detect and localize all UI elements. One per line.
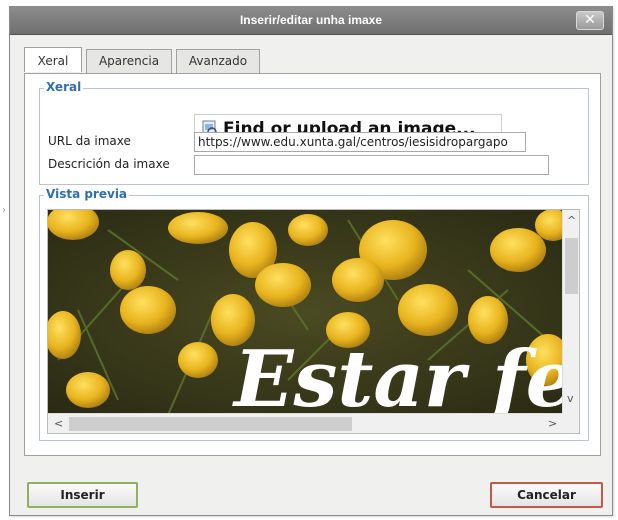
preview-legend: Vista previa xyxy=(44,187,130,201)
tab-avanzado[interactable]: Avanzado xyxy=(176,49,260,73)
general-fieldset: Xeral Find or upload an image... URL da … xyxy=(39,80,589,185)
preview-image-text: Estar fe xyxy=(232,334,564,415)
url-field[interactable]: https://www.edu.xunta.gal/centros/iesisi… xyxy=(194,132,526,152)
tab-aparencia[interactable]: Aparencia xyxy=(86,49,172,73)
tab-panel-general: Xeral Find or upload an image... URL da … xyxy=(24,73,601,456)
general-legend: Xeral xyxy=(44,80,84,94)
preview-image: Estar fe xyxy=(48,210,564,415)
dialog-title: Inserir/editar unha imaxe xyxy=(239,13,383,27)
image-dialog: Inserir/editar unha imaxe ✕ Xeral Aparen… xyxy=(9,6,613,516)
description-label: Descrición da imaxe xyxy=(48,157,170,171)
insert-button[interactable]: Inserir xyxy=(27,482,138,508)
close-button[interactable]: ✕ xyxy=(576,11,604,30)
scroll-down-icon[interactable]: v xyxy=(567,392,574,405)
preview-frame: Estar fe ^ v < > xyxy=(47,209,580,434)
scroll-left-icon[interactable]: < xyxy=(54,417,63,430)
dialog-titlebar[interactable]: Inserir/editar unha imaxe ✕ xyxy=(10,7,612,35)
gorse-flowers-photo: Estar fe xyxy=(48,210,564,415)
vertical-scroll-thumb[interactable] xyxy=(565,238,578,294)
preview-fieldset: Vista previa Estar fe ^ v < > xyxy=(39,187,589,441)
horizontal-scroll-thumb[interactable] xyxy=(69,417,352,431)
vertical-scrollbar[interactable]: ^ v xyxy=(562,210,579,415)
cancel-button[interactable]: Cancelar xyxy=(490,482,603,508)
scroll-up-icon[interactable]: ^ xyxy=(567,214,576,227)
description-field[interactable] xyxy=(194,155,549,175)
horizontal-scrollbar[interactable]: < > xyxy=(48,413,564,433)
url-label: URL da imaxe xyxy=(48,134,131,148)
close-icon: ✕ xyxy=(584,12,596,28)
background-marker: › xyxy=(2,205,6,216)
tab-xeral[interactable]: Xeral xyxy=(24,47,82,72)
scrollbar-corner xyxy=(562,413,579,433)
scroll-right-icon[interactable]: > xyxy=(548,417,557,430)
